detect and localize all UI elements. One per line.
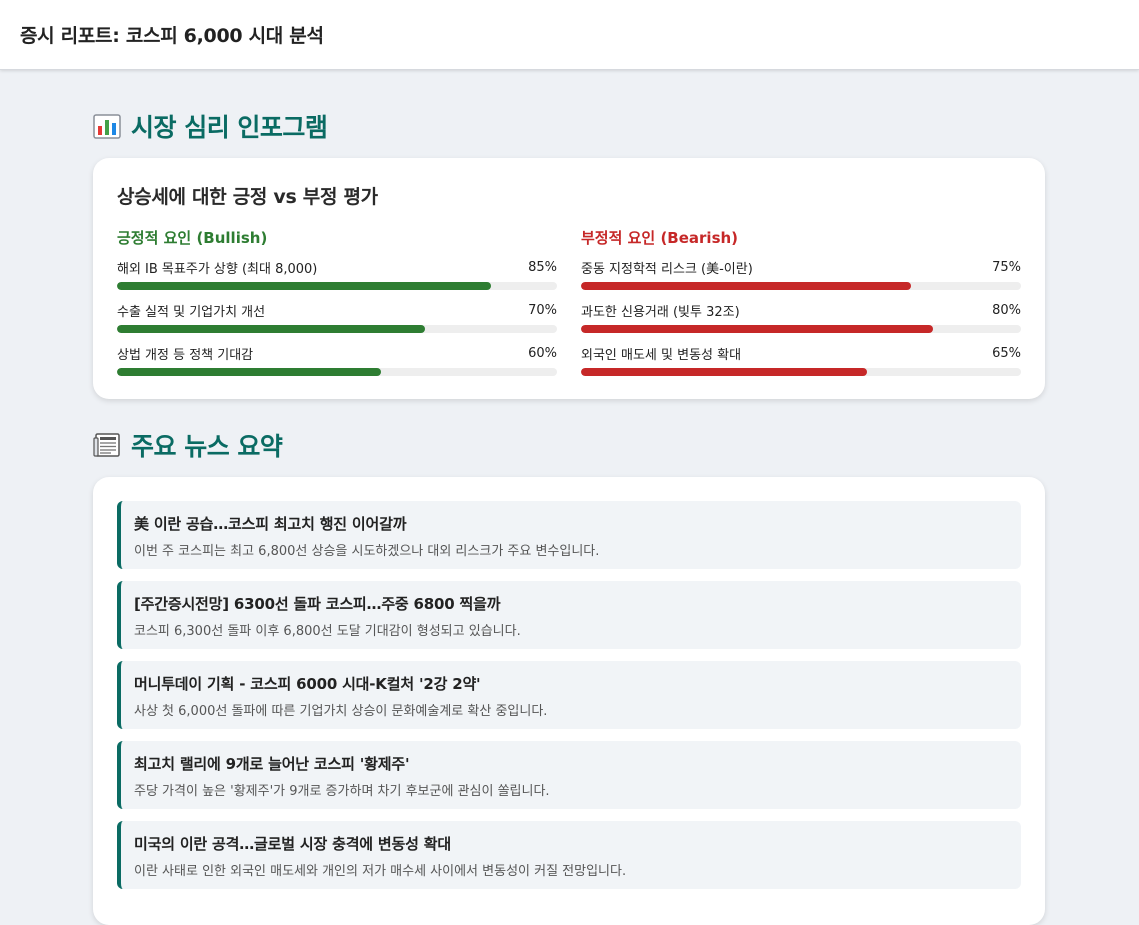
news-section-title: 주요 뉴스 요약 <box>93 425 1045 465</box>
bull-factor: 수출 실적 및 기업가치 개선 70% <box>117 301 557 333</box>
bull-factor: 해외 IB 목표주가 상향 (최대 8,000) 85% <box>117 258 557 290</box>
newspaper-icon <box>93 431 121 459</box>
factor-percent: 65% <box>992 345 1021 361</box>
news-title: 美 이란 공습…코스피 최고치 행진 이어갈까 <box>134 515 407 533</box>
news-description: 이번 주 코스피는 최고 6,800선 상승을 시도하겠으나 대외 리스크가 주… <box>134 544 600 559</box>
news-item[interactable]: 미국의 이란 공격…글로벌 시장 충격에 변동성 확대이란 사태로 인한 외국인… <box>117 821 1021 889</box>
bear-factor: 과도한 신용거래 (빚투 32조) 80% <box>581 301 1021 333</box>
bearish-title: 부정적 요인 (Bearish) <box>581 229 739 247</box>
sentiment-card: 상승세에 대한 긍정 vs 부정 평가 긍정적 요인 (Bullish) 해외 … <box>93 158 1045 399</box>
factor-bar-track <box>117 368 557 376</box>
bull-factor: 상법 개정 등 정책 기대감 60% <box>117 344 557 376</box>
bullish-title: 긍정적 요인 (Bullish) <box>117 229 268 247</box>
news-description: 코스피 6,300선 돌파 이후 6,800선 도달 기대감이 형성되고 있습니… <box>134 624 521 639</box>
news-title: 미국의 이란 공격…글로벌 시장 충격에 변동성 확대 <box>134 835 451 853</box>
factor-label: 수출 실적 및 기업가치 개선 <box>117 304 266 320</box>
factor-bar-fill <box>581 325 933 333</box>
factor-label: 중동 지정학적 리스크 (美-이란) <box>581 261 753 277</box>
bear-factor: 중동 지정학적 리스크 (美-이란) 75% <box>581 258 1021 290</box>
factor-bar-fill <box>117 282 491 290</box>
bar-chart-icon <box>93 112 121 140</box>
factor-label: 해외 IB 목표주가 상향 (최대 8,000) <box>117 261 318 277</box>
news-card: 美 이란 공습…코스피 최고치 행진 이어갈까이번 주 코스피는 최고 6,80… <box>93 477 1045 925</box>
bear-factor: 외국인 매도세 및 변동성 확대 65% <box>581 344 1021 376</box>
factor-label: 과도한 신용거래 (빚투 32조) <box>581 304 740 320</box>
top-bar: 증시 리포트: 코스피 6,000 시대 분석 <box>0 0 1139 70</box>
factor-percent: 70% <box>528 302 557 318</box>
factor-bar-track <box>117 282 557 290</box>
factor-percent: 85% <box>528 259 557 275</box>
news-description: 이란 사태로 인한 외국인 매도세와 개인의 저가 매수세 사이에서 변동성이 … <box>134 864 627 879</box>
news-title: 최고치 랠리에 9개로 늘어난 코스피 '황제주' <box>134 755 410 773</box>
news-item[interactable]: 최고치 랠리에 9개로 늘어난 코스피 '황제주' 주당 가격이 높은 '황제주'… <box>117 741 1021 809</box>
sentiment-heading: 상승세에 대한 긍정 vs 부정 평가 <box>117 186 378 208</box>
infographic-section-title: 시장 심리 인포그램 <box>93 106 1045 146</box>
section-title-text: 주요 뉴스 요약 <box>131 432 283 461</box>
news-title: 머니투데이 기획 - 코스피 6000 시대-K컬처 '2강 2약' <box>134 675 481 693</box>
news-item[interactable]: [주간증시전망] 6300선 돌파 코스피…주중 6800 찍을까코스피 6,3… <box>117 581 1021 649</box>
news-description: 주당 가격이 높은 '황제주'가 9개로 증가하며 차기 후보군에 관심이 쏠립… <box>134 784 550 799</box>
factor-bar-track <box>581 282 1021 290</box>
section-title-text: 시장 심리 인포그램 <box>131 113 328 142</box>
page-title: 증시 리포트: 코스피 6,000 시대 분석 <box>20 25 324 47</box>
main-content: 시장 심리 인포그램 상승세에 대한 긍정 vs 부정 평가 긍정적 요인 (B… <box>93 70 1045 925</box>
factor-bar-fill <box>117 368 381 376</box>
factor-bar-fill <box>581 368 867 376</box>
factor-percent: 80% <box>992 302 1021 318</box>
news-description: 사상 첫 6,000선 돌파에 따른 기업가치 상승이 문화예술계로 확산 중입… <box>134 704 548 719</box>
bearish-column: 부정적 요인 (Bearish) 중동 지정학적 리스크 (美-이란) 75% 과도… <box>581 227 1021 387</box>
factor-bar-fill <box>117 325 425 333</box>
bullish-column: 긍정적 요인 (Bullish) 해외 IB 목표주가 상향 (최대 8,000… <box>117 227 557 387</box>
factor-label: 상법 개정 등 정책 기대감 <box>117 347 254 363</box>
news-title: [주간증시전망] 6300선 돌파 코스피…주중 6800 찍을까 <box>134 595 501 613</box>
factor-label: 외국인 매도세 및 변동성 확대 <box>581 347 742 363</box>
news-item[interactable]: 美 이란 공습…코스피 최고치 행진 이어갈까이번 주 코스피는 최고 6,80… <box>117 501 1021 569</box>
factor-bar-track <box>581 368 1021 376</box>
factor-percent: 60% <box>528 345 557 361</box>
news-item[interactable]: 머니투데이 기획 - 코스피 6000 시대-K컬처 '2강 2약' 사상 첫 6… <box>117 661 1021 729</box>
factor-bar-track <box>117 325 557 333</box>
factor-bar-track <box>581 325 1021 333</box>
factor-bar-fill <box>581 282 911 290</box>
factor-percent: 75% <box>992 259 1021 275</box>
